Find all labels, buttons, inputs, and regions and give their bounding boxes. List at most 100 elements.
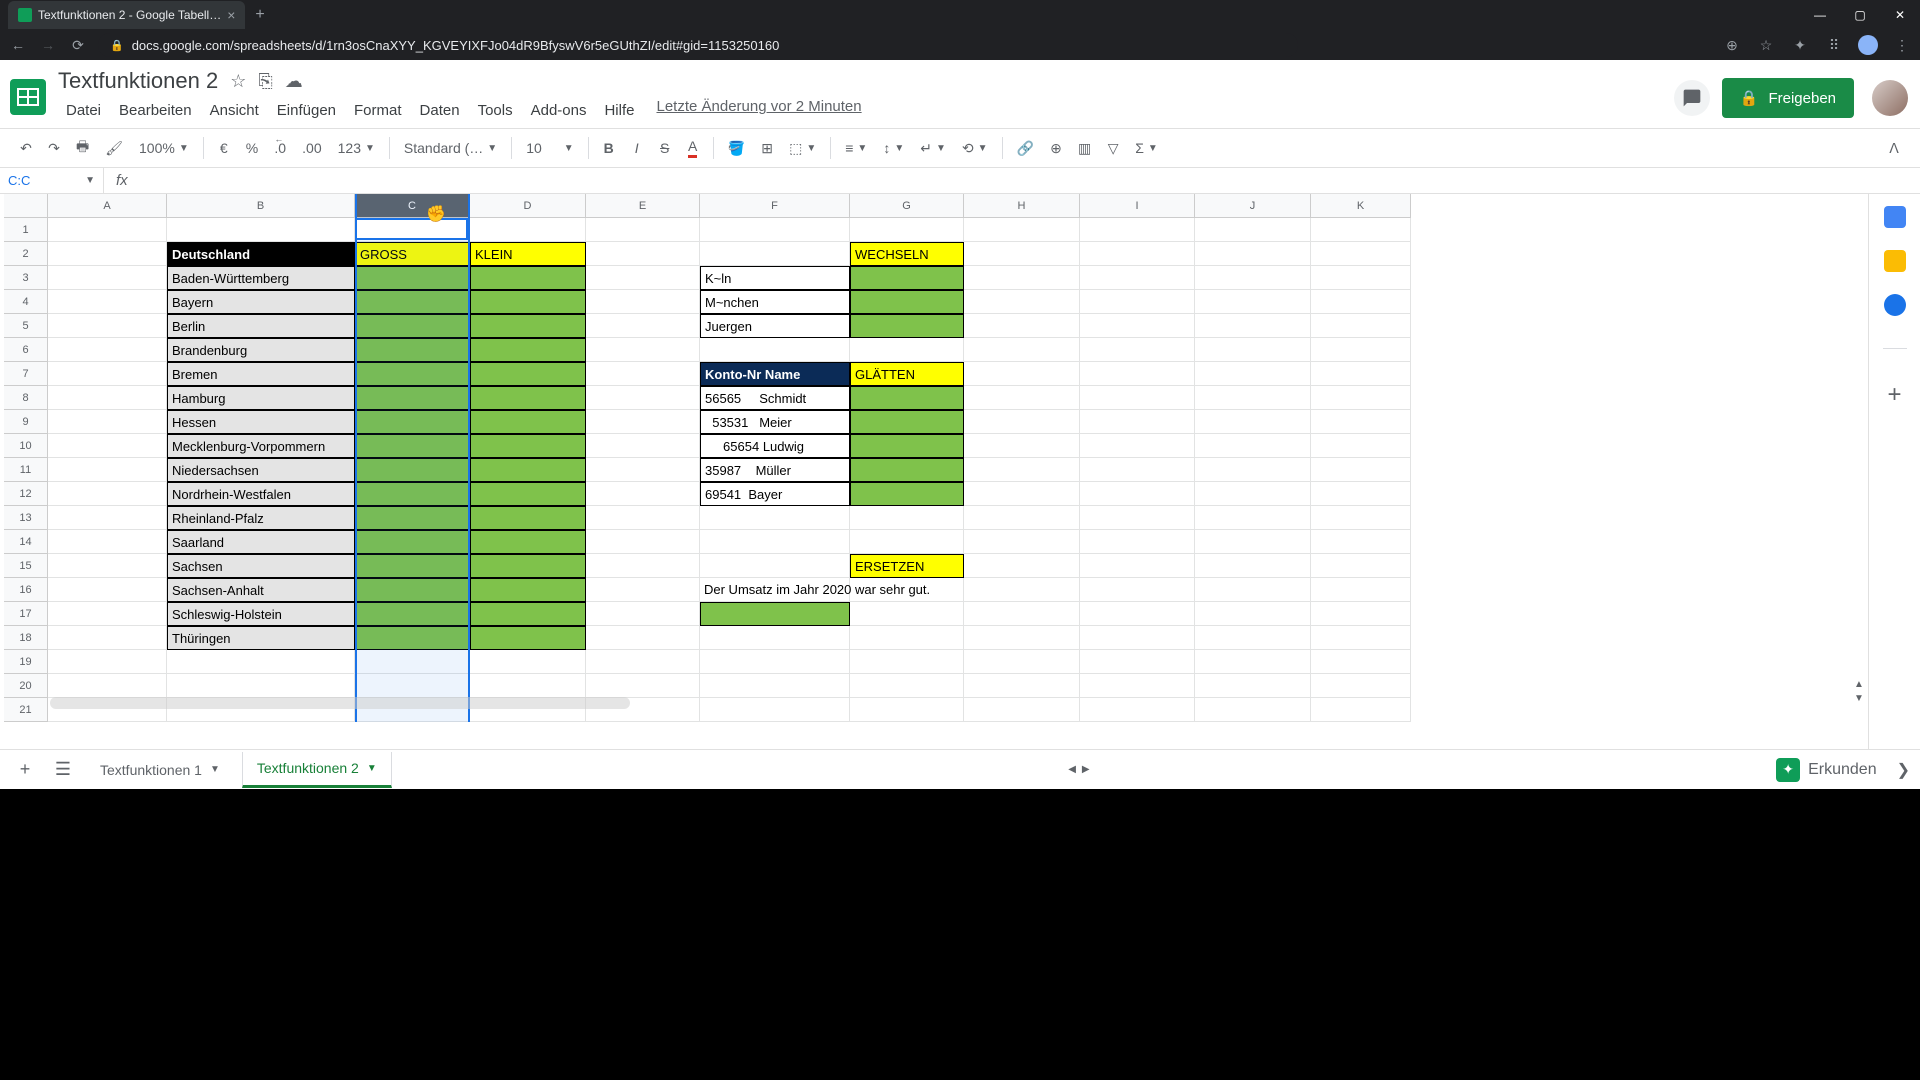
- row-header-2[interactable]: 2: [4, 242, 48, 266]
- cell-D18[interactable]: [470, 626, 586, 650]
- cell-B11[interactable]: Niedersachsen: [167, 458, 355, 482]
- cell-E14[interactable]: [586, 530, 700, 554]
- cell-E1[interactable]: [586, 218, 700, 242]
- cell-G10[interactable]: [850, 434, 964, 458]
- cell-D7[interactable]: [470, 362, 586, 386]
- cell-B19[interactable]: [167, 650, 355, 674]
- cell-H15[interactable]: [964, 554, 1080, 578]
- cell-J9[interactable]: [1195, 410, 1311, 434]
- cell-A18[interactable]: [48, 626, 167, 650]
- cell-G2[interactable]: WECHSELN: [850, 242, 964, 266]
- valign-button[interactable]: ↕▼: [877, 136, 910, 160]
- zoom-icon[interactable]: ⊕: [1722, 37, 1742, 54]
- keep-icon[interactable]: [1884, 250, 1906, 272]
- cell-H16[interactable]: [964, 578, 1080, 602]
- cell-F18[interactable]: [700, 626, 850, 650]
- close-window-icon[interactable]: ✕: [1880, 0, 1920, 30]
- cell-C18[interactable]: [355, 626, 470, 650]
- cell-D5[interactable]: [470, 314, 586, 338]
- cell-J4[interactable]: [1195, 290, 1311, 314]
- cell-G15[interactable]: ERSETZEN: [850, 554, 964, 578]
- comment-insert-button[interactable]: ⊕: [1044, 136, 1068, 161]
- cell-A17[interactable]: [48, 602, 167, 626]
- cell-B8[interactable]: Hamburg: [167, 386, 355, 410]
- cell-I19[interactable]: [1080, 650, 1195, 674]
- menu-tools[interactable]: Tools: [470, 98, 521, 123]
- cell-B15[interactable]: Sachsen: [167, 554, 355, 578]
- star-icon[interactable]: ☆: [230, 71, 246, 92]
- cell-C15[interactable]: [355, 554, 470, 578]
- cell-B7[interactable]: Bremen: [167, 362, 355, 386]
- new-tab-button[interactable]: +: [245, 6, 274, 24]
- cell-C19[interactable]: [355, 650, 470, 674]
- cell-E4[interactable]: [586, 290, 700, 314]
- cell-G13[interactable]: [850, 506, 964, 530]
- document-title[interactable]: Textfunktionen 2: [58, 68, 218, 94]
- row-header-8[interactable]: 8: [4, 386, 48, 410]
- row-header-18[interactable]: 18: [4, 626, 48, 650]
- cell-I8[interactable]: [1080, 386, 1195, 410]
- cell-E2[interactable]: [586, 242, 700, 266]
- cell-F19[interactable]: [700, 650, 850, 674]
- cell-E3[interactable]: [586, 266, 700, 290]
- cell-C3[interactable]: [355, 266, 470, 290]
- col-header-D[interactable]: D: [470, 194, 586, 218]
- cell-I20[interactable]: [1080, 674, 1195, 698]
- cell-H20[interactable]: [964, 674, 1080, 698]
- reload-icon[interactable]: ⟳: [68, 37, 88, 54]
- cell-K21[interactable]: [1311, 698, 1411, 722]
- col-header-B[interactable]: B: [167, 194, 355, 218]
- halign-button[interactable]: ≡▼: [839, 136, 873, 160]
- cell-F2[interactable]: [700, 242, 850, 266]
- cell-I17[interactable]: [1080, 602, 1195, 626]
- cell-C11[interactable]: [355, 458, 470, 482]
- cell-D15[interactable]: [470, 554, 586, 578]
- menu-einfuegen[interactable]: Einfügen: [269, 98, 344, 123]
- cell-C7[interactable]: [355, 362, 470, 386]
- cell-E11[interactable]: [586, 458, 700, 482]
- cell-I10[interactable]: [1080, 434, 1195, 458]
- last-edit-link[interactable]: Letzte Änderung vor 2 Minuten: [656, 98, 861, 123]
- menu-datei[interactable]: Datei: [58, 98, 109, 123]
- cell-C17[interactable]: [355, 602, 470, 626]
- dec-increase-button[interactable]: .00: [296, 136, 327, 160]
- move-icon[interactable]: ⎘: [258, 71, 272, 92]
- col-header-C[interactable]: C: [355, 194, 470, 218]
- percent-button[interactable]: %: [240, 136, 264, 160]
- cell-J5[interactable]: [1195, 314, 1311, 338]
- menu-format[interactable]: Format: [346, 98, 410, 123]
- row-header-17[interactable]: 17: [4, 602, 48, 626]
- paint-format-button[interactable]: 🖌: [99, 136, 129, 161]
- cell-K18[interactable]: [1311, 626, 1411, 650]
- cell-G6[interactable]: [850, 338, 964, 362]
- comments-button[interactable]: [1674, 80, 1710, 116]
- cell-B18[interactable]: Thüringen: [167, 626, 355, 650]
- chart-button[interactable]: ▥: [1072, 136, 1097, 161]
- cell-C6[interactable]: [355, 338, 470, 362]
- cell-J7[interactable]: [1195, 362, 1311, 386]
- cell-J19[interactable]: [1195, 650, 1311, 674]
- cell-G12[interactable]: [850, 482, 964, 506]
- cell-H17[interactable]: [964, 602, 1080, 626]
- cell-F10[interactable]: 65654 Ludwig: [700, 434, 850, 458]
- menu-bearbeiten[interactable]: Bearbeiten: [111, 98, 200, 123]
- cell-B3[interactable]: Baden-Württemberg: [167, 266, 355, 290]
- cell-I13[interactable]: [1080, 506, 1195, 530]
- formula-bar[interactable]: [140, 168, 1920, 193]
- cell-E5[interactable]: [586, 314, 700, 338]
- cell-K12[interactable]: [1311, 482, 1411, 506]
- cell-K14[interactable]: [1311, 530, 1411, 554]
- cell-J11[interactable]: [1195, 458, 1311, 482]
- sheet-tab-2[interactable]: Textfunktionen 2 ▼: [242, 752, 392, 788]
- cell-D20[interactable]: [470, 674, 586, 698]
- cell-D19[interactable]: [470, 650, 586, 674]
- cell-A16[interactable]: [48, 578, 167, 602]
- cell-C5[interactable]: [355, 314, 470, 338]
- cell-J17[interactable]: [1195, 602, 1311, 626]
- cell-F16[interactable]: Der Umsatz im Jahr 2020 war sehr gut.: [700, 578, 850, 602]
- cell-B17[interactable]: Schleswig-Holstein: [167, 602, 355, 626]
- cell-K10[interactable]: [1311, 434, 1411, 458]
- cell-D17[interactable]: [470, 602, 586, 626]
- row-header-15[interactable]: 15: [4, 554, 48, 578]
- cell-G17[interactable]: [850, 602, 964, 626]
